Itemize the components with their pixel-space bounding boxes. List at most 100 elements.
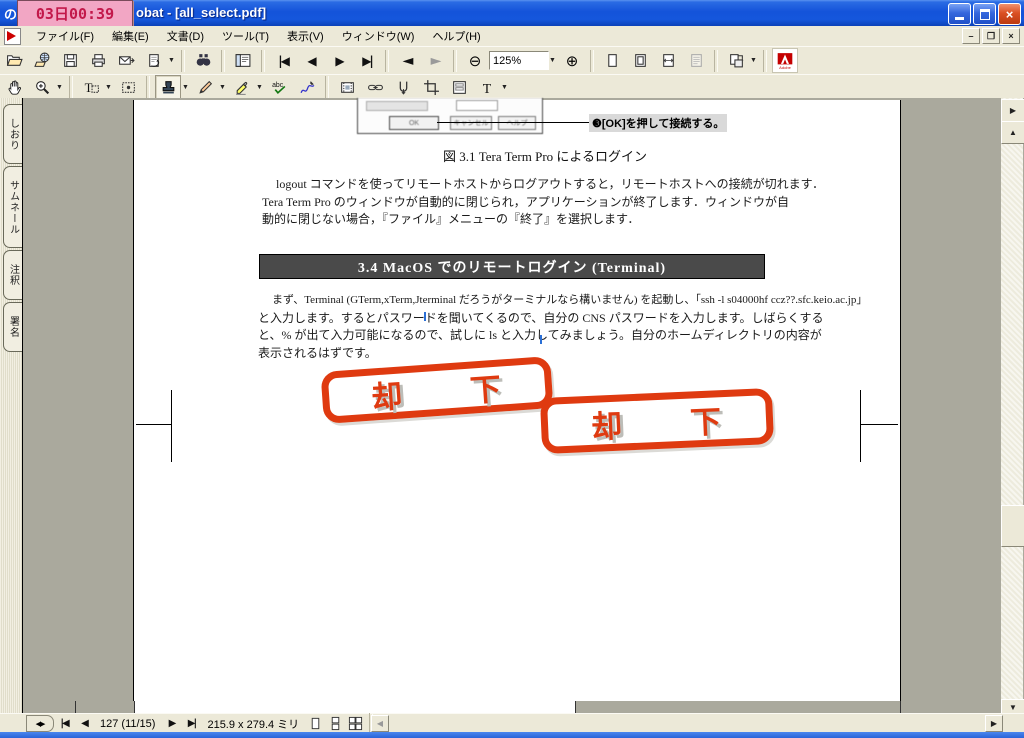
- highlight-tool-dropdown[interactable]: ▼: [254, 76, 265, 99]
- next-page-button[interactable]: ▶: [326, 48, 352, 73]
- graphics-select-tool-button[interactable]: [115, 75, 141, 100]
- menu-tools[interactable]: ツール(T): [213, 26, 278, 46]
- touchup-text-tool-button[interactable]: T: [474, 75, 500, 100]
- hscroll-left-button[interactable]: ◀: [371, 715, 389, 732]
- movie-tool-button[interactable]: [334, 75, 360, 100]
- pencil-tool-dropdown[interactable]: ▼: [217, 76, 228, 99]
- tab-comments[interactable]: 注釈: [3, 250, 22, 300]
- email-button[interactable]: [113, 48, 139, 73]
- status-last-page-button[interactable]: ▶|: [182, 716, 200, 732]
- convert-dropdown[interactable]: ▼: [748, 49, 759, 72]
- continuous-facing-layout-button[interactable]: [346, 716, 364, 732]
- menu-document[interactable]: 文書(D): [158, 26, 213, 46]
- find-button[interactable]: [190, 48, 216, 73]
- page-indicator[interactable]: 127 (11/15): [100, 718, 155, 730]
- status-first-page-button[interactable]: |◀: [55, 716, 73, 732]
- go-to-next-view-button[interactable]: ►: [422, 48, 448, 73]
- caret-annotation[interactable]: [540, 335, 542, 344]
- mdi-close-button[interactable]: ×: [1002, 28, 1020, 44]
- vertical-scrollbar-thumb[interactable]: [1001, 505, 1024, 547]
- menu-view[interactable]: 表示(V): [278, 26, 333, 46]
- status-previous-page-button[interactable]: ◀: [75, 716, 93, 732]
- open-web-page-button[interactable]: [29, 48, 55, 73]
- menu-edit[interactable]: 編集(E): [103, 26, 158, 46]
- stamp-tool-button[interactable]: [155, 75, 181, 100]
- timestamp-text: 03日00:39: [36, 3, 114, 24]
- acrobat-document-icon[interactable]: [4, 28, 21, 45]
- first-page-button[interactable]: |◀: [270, 48, 296, 73]
- next-page-icon: ▶: [335, 54, 342, 68]
- highlight-tool-button[interactable]: [229, 75, 255, 100]
- minimize-button[interactable]: [948, 3, 971, 25]
- previous-page-button[interactable]: ◀: [298, 48, 324, 73]
- mdi-minimize-button[interactable]: –: [962, 28, 980, 44]
- text-select-tool-button[interactable]: T: [78, 75, 104, 100]
- tab-thumbnails[interactable]: サムネール: [3, 166, 22, 248]
- fit-in-window-button[interactable]: [627, 48, 653, 73]
- scroll-up-button[interactable]: ▲: [1001, 121, 1024, 144]
- convert-pages-button[interactable]: [723, 48, 749, 73]
- goto-view-dropdown[interactable]: ▼: [166, 49, 177, 72]
- reflow-button[interactable]: [683, 48, 709, 73]
- zoom-in-button[interactable]: ⊕: [559, 48, 585, 73]
- pencil-tool-button[interactable]: [192, 75, 218, 100]
- continuous-layout-button[interactable]: [326, 716, 344, 732]
- menu-window[interactable]: ウィンドウ(W): [333, 26, 424, 46]
- close-button[interactable]: ×: [998, 3, 1021, 25]
- stamp-icon: [160, 79, 177, 96]
- crop-mark-left-v: [171, 390, 172, 462]
- mdi-restore-button[interactable]: ❐: [982, 28, 1000, 44]
- vertical-scrollbar-track[interactable]: [1001, 98, 1023, 713]
- show-hide-navigation-pane-button[interactable]: [230, 48, 256, 73]
- link-tool-button[interactable]: [362, 75, 388, 100]
- pane-expand-button[interactable]: ▶: [1001, 99, 1024, 122]
- para-line: と、% が出て入力可能になるので、試しに ls と入力してみましょう。自分のホー…: [258, 327, 772, 345]
- status-next-page-button[interactable]: ▶: [162, 716, 180, 732]
- caret-annotation[interactable]: [424, 312, 426, 321]
- digital-signature-button[interactable]: [294, 75, 320, 100]
- article-tool-button[interactable]: [390, 75, 416, 100]
- zoom-tool-button[interactable]: [29, 75, 55, 100]
- rejected-stamp-annotation[interactable]: 却 下: [540, 388, 774, 454]
- single-page-layout-button[interactable]: [306, 716, 324, 732]
- form-tool-button[interactable]: [446, 75, 472, 100]
- actual-size-button[interactable]: [599, 48, 625, 73]
- zoom-dropdown[interactable]: ▼: [547, 49, 558, 72]
- spell-check-button[interactable]: abc: [266, 75, 292, 100]
- last-page-button[interactable]: ▶|: [354, 48, 380, 73]
- zoom-tool-dropdown[interactable]: ▼: [54, 76, 65, 99]
- pane-splitter-button[interactable]: ◀▶: [26, 715, 54, 732]
- adobe-online-button[interactable]: Adobe: [772, 48, 798, 73]
- callout-text: ❸[OK]を押して接続する。: [589, 114, 727, 132]
- goto-page-view-button[interactable]: [141, 48, 167, 73]
- statusbar: ◀▶ |◀ ◀ 127 (11/15) ▶ ▶| 215.9 x 279.4 ミ…: [0, 713, 1024, 733]
- highlighter-icon: [234, 79, 251, 96]
- open-button[interactable]: [1, 48, 27, 73]
- hscroll-right-button[interactable]: ▶: [985, 715, 1003, 732]
- tab-bookmarks[interactable]: しおり: [3, 104, 22, 164]
- text-select-dropdown[interactable]: ▼: [103, 76, 114, 99]
- touchup-text-dropdown[interactable]: ▼: [499, 76, 510, 99]
- fit-width-button[interactable]: [655, 48, 681, 73]
- hand-tool-button[interactable]: [1, 75, 27, 100]
- paragraph-1: logout コマンドを使ってリモートホストからログアウトすると，リモートホスト…: [262, 176, 772, 229]
- zoom-level-field[interactable]: [489, 51, 549, 70]
- go-to-previous-view-button[interactable]: ◄: [394, 48, 420, 73]
- zoom-out-button[interactable]: ⊖: [462, 48, 488, 73]
- separator: [590, 50, 594, 72]
- stamp-tool-dropdown[interactable]: ▼: [180, 76, 191, 99]
- menu-help[interactable]: ヘルプ(H): [423, 26, 489, 46]
- continuous-page-icon: [328, 716, 343, 731]
- back-arrow-icon: ◄: [403, 53, 412, 69]
- navigation-pane-icon: [234, 52, 252, 69]
- menu-file[interactable]: ファイル(F): [27, 26, 103, 46]
- spell-check-icon: abc: [271, 79, 288, 96]
- article-icon: [395, 79, 412, 96]
- dialog-label-blur: [366, 101, 428, 111]
- tab-signatures[interactable]: 署名: [3, 302, 22, 352]
- separator: [385, 50, 389, 72]
- restore-button[interactable]: [973, 3, 996, 25]
- crop-tool-button[interactable]: [418, 75, 444, 100]
- print-button[interactable]: [85, 48, 111, 73]
- save-button[interactable]: [57, 48, 83, 73]
